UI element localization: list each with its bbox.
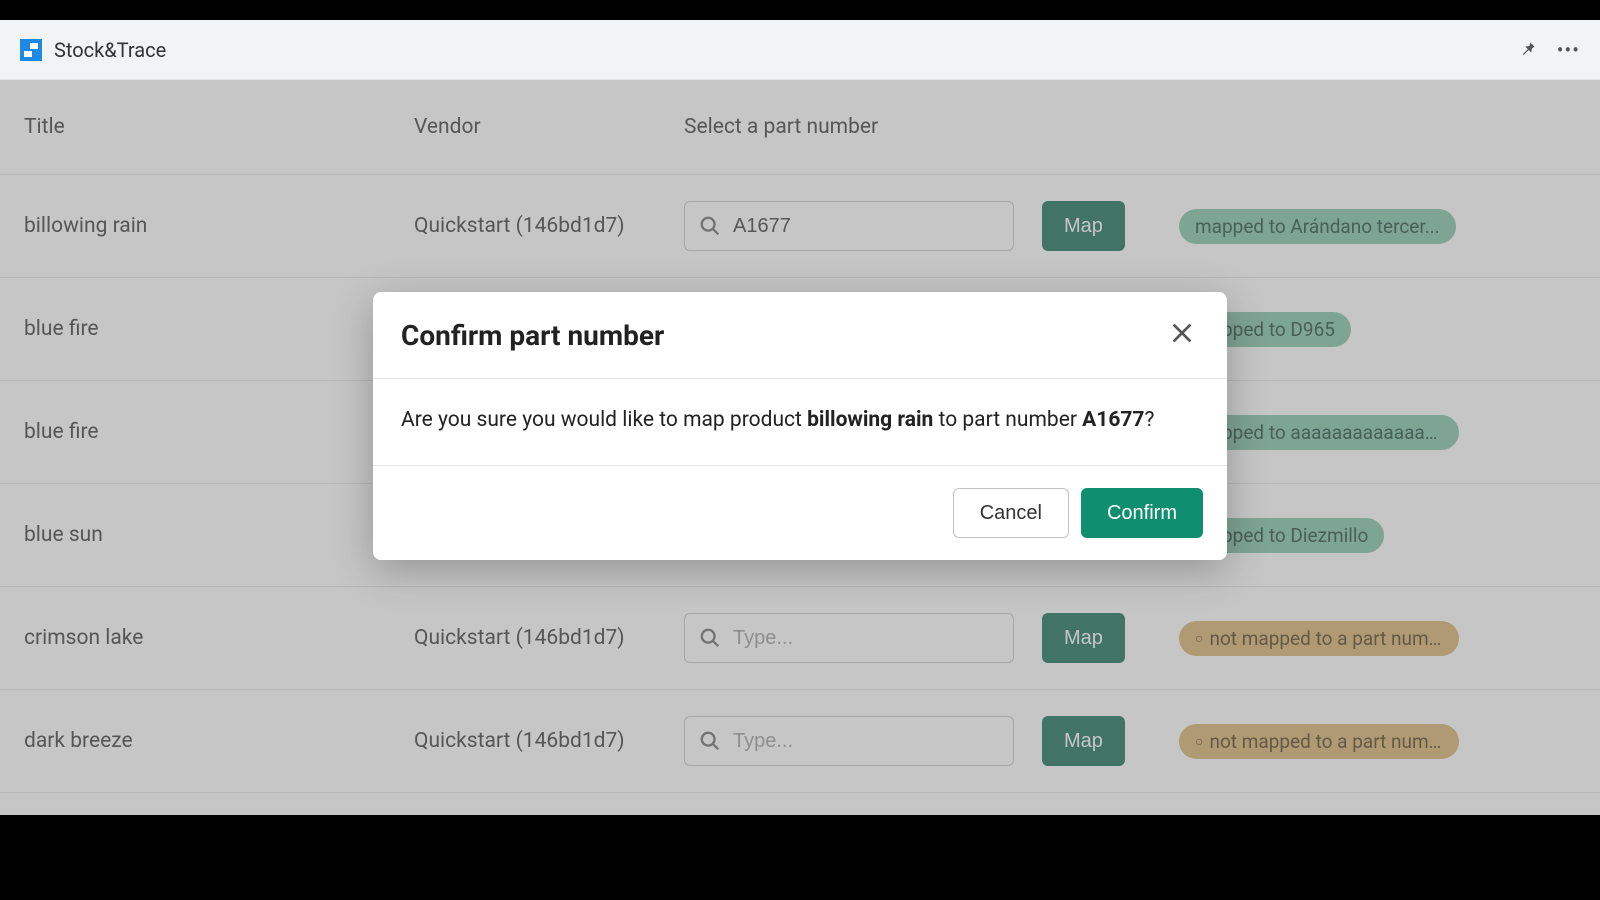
- modal-overlay: Confirm part number Are you sure you wou…: [0, 80, 1600, 815]
- modal-text-post: ?: [1144, 408, 1154, 432]
- header-bar: Stock&Trace •••: [0, 20, 1600, 80]
- modal-part-number: A1677: [1082, 408, 1144, 432]
- modal-close-button[interactable]: [1165, 316, 1199, 354]
- more-button[interactable]: •••: [1557, 38, 1580, 62]
- brand-logo-icon: [20, 39, 42, 61]
- cancel-button[interactable]: Cancel: [953, 488, 1069, 538]
- modal-text-pre: Are you sure you would like to map produ…: [401, 408, 807, 432]
- modal-footer: Cancel Confirm: [373, 466, 1227, 560]
- more-horizontal-icon: •••: [1557, 38, 1580, 62]
- header-right: •••: [1517, 38, 1580, 62]
- pin-button[interactable]: [1517, 40, 1537, 60]
- modal-text-mid: to part number: [933, 408, 1082, 432]
- header-left: Stock&Trace: [20, 38, 166, 62]
- close-icon: [1169, 320, 1195, 346]
- modal-product-name: billowing rain: [807, 408, 933, 432]
- modal-body: Are you sure you would like to map produ…: [373, 379, 1227, 466]
- content-area: Title Vendor Select a part number billow…: [0, 80, 1600, 815]
- confirm-part-modal: Confirm part number Are you sure you wou…: [373, 292, 1227, 560]
- brand-name: Stock&Trace: [54, 38, 166, 62]
- modal-header: Confirm part number: [373, 292, 1227, 379]
- app-frame: Stock&Trace ••• Title Vendor Select a pa…: [0, 20, 1600, 815]
- confirm-button[interactable]: Confirm: [1081, 488, 1203, 538]
- pin-icon: [1517, 40, 1537, 60]
- modal-title: Confirm part number: [401, 319, 664, 352]
